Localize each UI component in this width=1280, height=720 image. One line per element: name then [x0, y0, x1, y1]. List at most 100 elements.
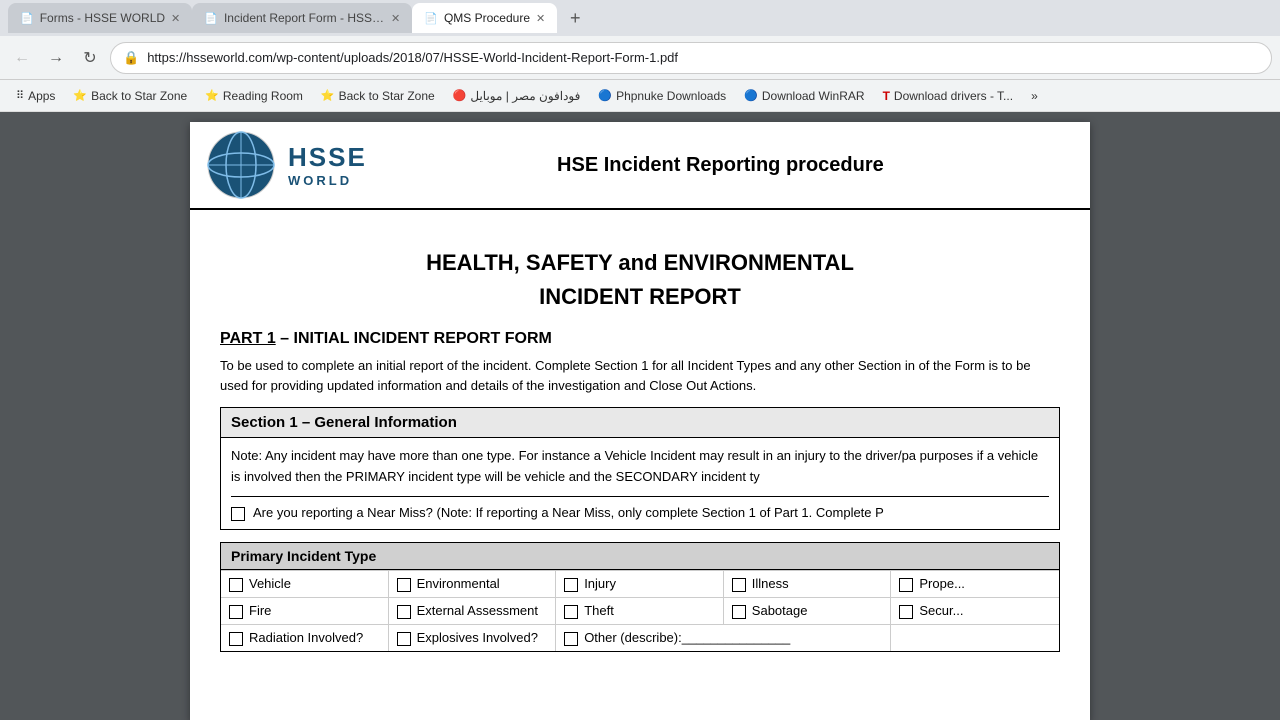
section1-note: Note: Any incident may have more than on… — [231, 446, 1049, 488]
bookmark-winrar-label: Download WinRAR — [762, 89, 865, 103]
star-icon-1: ⭐ — [73, 89, 87, 102]
logo-svg — [206, 130, 276, 200]
back-button[interactable]: ← — [8, 44, 36, 72]
checkbox-other[interactable] — [564, 632, 578, 646]
incident-secur: Secur... — [891, 598, 1059, 624]
tab-label-1: Forms - HSSE WORLD — [40, 11, 165, 25]
address-bar[interactable]: 🔒 https://hsseworld.com/wp-content/uploa… — [110, 42, 1272, 74]
winrar-icon: 🔵 — [744, 89, 758, 102]
logo-hsse: HSSE — [288, 142, 367, 173]
phpnuke-icon: 🔵 — [598, 89, 612, 102]
logo-text-area: HSSE WORLD — [288, 142, 367, 188]
checkbox-environmental[interactable] — [397, 578, 411, 592]
tab-close-2[interactable]: ✕ — [391, 12, 400, 25]
bookmarks-bar: ⠿ Apps ⭐ Back to Star Zone ⭐ Reading Roo… — [0, 80, 1280, 112]
label-radiation: Radiation Involved? — [249, 630, 363, 645]
pdf-body: HEALTH, SAFETY and ENVIRONMENTAL INCIDEN… — [190, 210, 1090, 678]
tab-label-2: Incident Report Form - HSSE WO... — [224, 11, 385, 25]
label-other: Other (describe):_______________ — [584, 630, 790, 645]
section1-header: Section 1 – General Information — [221, 408, 1059, 438]
incident-type-section: Primary Incident Type Vehicle Environmen… — [220, 542, 1060, 652]
logo-world: WORLD — [288, 173, 367, 188]
new-tab-button[interactable]: + — [561, 4, 589, 32]
near-miss-text: Are you reporting a Near Miss? (Note: If… — [253, 505, 884, 520]
checkbox-secur[interactable] — [899, 605, 913, 619]
bookmark-phpnuke-label: Phpnuke Downloads — [616, 89, 726, 103]
tab-favicon-2: 📄 — [204, 12, 218, 25]
bookmark-drivers[interactable]: T Download drivers - T... — [875, 86, 1022, 106]
label-theft: Theft — [584, 603, 614, 618]
incident-vehicle: Vehicle — [221, 571, 389, 597]
bookmark-apps-label: Apps — [28, 89, 55, 103]
part1-title: – INITIAL INCIDENT REPORT FORM — [276, 330, 552, 347]
apps-icon: ⠿ — [16, 89, 24, 102]
checkbox-illness[interactable] — [732, 578, 746, 592]
bookmark-reading-room-label: Reading Room — [223, 89, 303, 103]
bookmark-back-star2[interactable]: ⭐ Back to Star Zone — [313, 86, 443, 106]
bookmark-back-star[interactable]: ⭐ Back to Star Zone — [65, 86, 195, 106]
checkbox-theft[interactable] — [564, 605, 578, 619]
checkbox-sabotage[interactable] — [732, 605, 746, 619]
label-injury: Injury — [584, 576, 616, 591]
incident-row-2: Fire External Assessment Theft Sabotage — [221, 597, 1059, 624]
label-environmental: Environmental — [417, 576, 500, 591]
checkbox-external[interactable] — [397, 605, 411, 619]
label-secur: Secur... — [919, 603, 963, 618]
bookmark-apps[interactable]: ⠿ Apps — [8, 86, 63, 106]
incident-other: Other (describe):_______________ — [556, 625, 891, 651]
bookmark-phpnuke[interactable]: 🔵 Phpnuke Downloads — [590, 86, 734, 106]
browser-toolbar: ← → ↻ 🔒 https://hsseworld.com/wp-content… — [0, 36, 1280, 80]
refresh-button[interactable]: ↻ — [76, 44, 104, 72]
incident-injury: Injury — [556, 571, 724, 597]
tab-close-1[interactable]: ✕ — [171, 12, 180, 25]
tab-qms-procedure[interactable]: 📄 QMS Procedure ✕ — [412, 3, 557, 33]
checkbox-fire[interactable] — [229, 605, 243, 619]
bookmark-more[interactable]: » — [1023, 86, 1046, 106]
pdf-viewer: HSSE WORLD HSE Incident Reporting proced… — [0, 112, 1280, 720]
part1-label: PART 1 — [220, 330, 276, 347]
star-icon-2: ⭐ — [205, 89, 219, 102]
pdf-header: HSSE WORLD HSE Incident Reporting proced… — [190, 122, 1090, 210]
section1-box: Section 1 – General Information Note: An… — [220, 407, 1060, 530]
bookmark-fudafon-label: فودافون مصر | موبايل — [470, 89, 580, 103]
bookmark-back-star-label: Back to Star Zone — [91, 89, 187, 103]
pdf-main-title-line1: HEALTH, SAFETY and ENVIRONMENTAL — [220, 250, 1060, 276]
address-text: https://hsseworld.com/wp-content/uploads… — [147, 50, 1259, 65]
incident-prope: Prope... — [891, 571, 1059, 597]
tab-favicon-1: 📄 — [20, 12, 34, 25]
incident-row-1: Vehicle Environmental Injury Illness — [221, 570, 1059, 597]
section1-body: Note: Any incident may have more than on… — [221, 438, 1059, 529]
browser-titlebar: 📄 Forms - HSSE WORLD ✕ 📄 Incident Report… — [0, 0, 1280, 36]
checkbox-vehicle[interactable] — [229, 578, 243, 592]
bookmark-fudafon[interactable]: 🔴 فودافون مصر | موبايل — [445, 86, 589, 106]
incident-sabotage: Sabotage — [724, 598, 892, 624]
near-miss-row: Are you reporting a Near Miss? (Note: If… — [231, 496, 1049, 521]
forward-button[interactable]: → — [42, 44, 70, 72]
lock-icon: 🔒 — [123, 50, 139, 66]
pdf-main-title-line2: INCIDENT REPORT — [220, 284, 1060, 310]
near-miss-checkbox[interactable] — [231, 507, 245, 521]
pdf-logo-area: HSSE WORLD — [206, 130, 367, 200]
checkbox-radiation[interactable] — [229, 632, 243, 646]
bookmark-drivers-label: Download drivers - T... — [894, 89, 1013, 103]
label-sabotage: Sabotage — [752, 603, 808, 618]
checkbox-injury[interactable] — [564, 578, 578, 592]
fudafon-icon: 🔴 — [453, 89, 467, 102]
checkbox-explosives[interactable] — [397, 632, 411, 646]
star-icon-3: ⭐ — [321, 89, 335, 102]
tab-close-3[interactable]: ✕ — [536, 12, 545, 25]
pdf-page: HSSE WORLD HSE Incident Reporting proced… — [190, 122, 1090, 720]
section1-note-text: Note: Any incident may have more than on… — [231, 448, 1038, 484]
pdf-logo — [206, 130, 276, 200]
incident-fire: Fire — [221, 598, 389, 624]
label-vehicle: Vehicle — [249, 576, 291, 591]
tab-incident-report[interactable]: 📄 Incident Report Form - HSSE WO... ✕ — [192, 3, 412, 33]
bookmark-reading-room[interactable]: ⭐ Reading Room — [197, 86, 311, 106]
bookmark-back-star2-label: Back to Star Zone — [339, 89, 435, 103]
bookmark-winrar[interactable]: 🔵 Download WinRAR — [736, 86, 872, 106]
checkbox-prope[interactable] — [899, 578, 913, 592]
label-illness: Illness — [752, 576, 789, 591]
label-explosives: Explosives Involved? — [417, 630, 538, 645]
tab-forms-hsse[interactable]: 📄 Forms - HSSE WORLD ✕ — [8, 3, 192, 33]
incident-external: External Assessment — [389, 598, 557, 624]
